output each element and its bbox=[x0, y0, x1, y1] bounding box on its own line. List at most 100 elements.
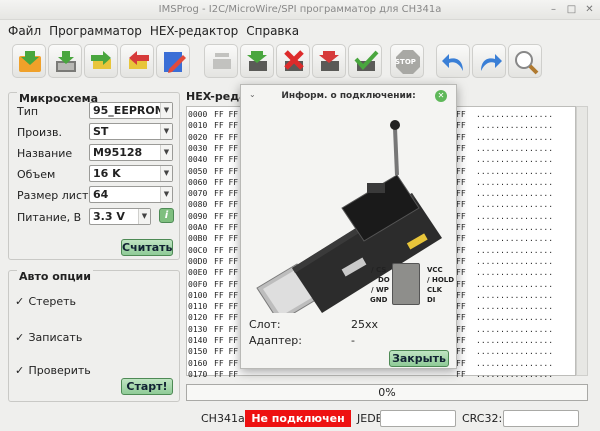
hex-bytes: FF FF bbox=[214, 223, 239, 232]
hex-row: 0120 bbox=[188, 313, 208, 323]
hex-bytes: FF FF bbox=[214, 200, 239, 210]
hex-bytes-tail: FF bbox=[456, 177, 466, 187]
hex-bytes: FF FF bbox=[214, 245, 239, 255]
hex-row: 00F0 bbox=[188, 279, 208, 289]
dialog-title: Информ. о подключении: bbox=[281, 91, 416, 101]
page-size-select[interactable]: 64 ▼ bbox=[89, 186, 173, 203]
chevron-down-icon: ▼ bbox=[160, 124, 172, 139]
hex-ascii: ................ bbox=[476, 245, 554, 255]
hex-row: 00D0 bbox=[188, 256, 208, 266]
hex-ascii: ................ bbox=[476, 223, 554, 232]
dialog-close-icon[interactable]: ✕ bbox=[435, 90, 447, 102]
hex-ascii: ................ bbox=[476, 211, 554, 221]
hex-bytes: FF FF bbox=[214, 313, 239, 323]
manufacturer-label: Произв. bbox=[17, 126, 62, 139]
write-label: Записать bbox=[28, 331, 83, 344]
hex-bytes: FF FF bbox=[214, 279, 239, 289]
erase-button[interactable] bbox=[276, 44, 310, 78]
menu-file[interactable]: Файл bbox=[4, 24, 45, 38]
power-value: 3.3 V bbox=[93, 210, 125, 223]
read-chip-button-2[interactable]: Считать bbox=[121, 239, 173, 256]
start-button[interactable]: Старт! bbox=[121, 378, 173, 395]
erase-checkbox[interactable]: ✓ Стереть bbox=[15, 295, 76, 308]
maximize-icon[interactable]: □ bbox=[565, 3, 578, 16]
hex-row: 0080 bbox=[188, 200, 208, 210]
pin-do: DO bbox=[378, 276, 390, 284]
search-button[interactable] bbox=[508, 44, 542, 78]
hex-ascii: ................ bbox=[476, 234, 554, 244]
window-title: IMSProg - I2C/MicroWire/SPI программатор… bbox=[158, 4, 442, 15]
dialog-close-button[interactable]: Закрыть bbox=[389, 350, 449, 367]
open-folder-icon bbox=[19, 51, 41, 72]
hex-bytes-tail: FF bbox=[456, 358, 466, 368]
hex-bytes: FF FF bbox=[214, 347, 239, 357]
pin-hold: / HOLD bbox=[427, 276, 455, 284]
size-label: Объем bbox=[17, 168, 56, 181]
hex-row: 0070 bbox=[188, 189, 208, 199]
type-label: Тип bbox=[17, 105, 39, 118]
hex-bytes: FF FF bbox=[214, 143, 239, 153]
edit-button[interactable] bbox=[156, 44, 190, 78]
jedec-field[interactable] bbox=[380, 410, 456, 427]
menu-hex-editor[interactable]: HEX-редактор bbox=[146, 24, 242, 38]
hex-bytes: FF FF bbox=[214, 369, 239, 379]
hex-bytes-tail: FF bbox=[456, 290, 466, 300]
redo-icon bbox=[481, 54, 502, 71]
write-checkbox[interactable]: ✓ Записать bbox=[15, 331, 82, 344]
hex-ascii: ................ bbox=[476, 290, 554, 300]
name-select[interactable]: M95128 ▼ bbox=[89, 144, 173, 161]
hex-bytes: FF FF bbox=[214, 132, 239, 142]
read-button[interactable] bbox=[240, 44, 274, 78]
power-select[interactable]: 3.3 V ▼ bbox=[89, 208, 151, 225]
hex-bytes-tail: FF bbox=[456, 302, 466, 312]
crc-field[interactable] bbox=[503, 410, 579, 427]
hex-ascii: ................ bbox=[476, 177, 554, 187]
type-value: 95_EEPROM bbox=[93, 104, 166, 117]
hex-bytes: FF FF bbox=[214, 256, 239, 266]
verify-button[interactable] bbox=[348, 44, 382, 78]
hex-scrollbar[interactable] bbox=[576, 106, 588, 376]
hex-bytes-tail: FF bbox=[456, 234, 466, 244]
adapter-value: - bbox=[351, 334, 355, 347]
write-chip-button[interactable] bbox=[120, 44, 154, 78]
redo-button[interactable] bbox=[472, 44, 506, 78]
hex-ascii: ................ bbox=[476, 279, 554, 289]
chip-group: Микросхема Тип 95_EEPROM ▼ Произв. ST ▼ На… bbox=[8, 92, 180, 260]
ch341-label: CH341a: bbox=[201, 412, 249, 425]
menu-help[interactable]: Справка bbox=[242, 24, 303, 38]
menu-programmer[interactable]: Программатор bbox=[45, 24, 146, 38]
read-chip-button[interactable] bbox=[84, 44, 118, 78]
hex-ascii: ................ bbox=[476, 324, 554, 334]
hex-bytes-tail: FF bbox=[456, 369, 466, 379]
edit-icon bbox=[164, 52, 186, 73]
name-label: Название bbox=[17, 147, 73, 160]
hex-ascii: ................ bbox=[476, 166, 554, 176]
hex-bytes-tail: FF bbox=[456, 110, 466, 119]
verify-checkbox[interactable]: ✓ Проверить bbox=[15, 364, 91, 377]
write-button[interactable] bbox=[312, 44, 346, 78]
chip-group-title: Микросхема bbox=[17, 92, 101, 105]
save-button[interactable] bbox=[48, 44, 82, 78]
open-button[interactable] bbox=[12, 44, 46, 78]
manufacturer-select[interactable]: ST ▼ bbox=[89, 123, 173, 140]
save-chip-icon bbox=[56, 51, 76, 72]
hex-row: 0150 bbox=[188, 347, 208, 357]
hex-bytes-tail: FF bbox=[456, 279, 466, 289]
close-icon[interactable]: ✕ bbox=[583, 3, 596, 16]
hex-ascii: ................ bbox=[476, 369, 554, 379]
hex-ascii: ................ bbox=[476, 358, 554, 368]
adapter-label: Адаптер: bbox=[249, 334, 302, 347]
type-select[interactable]: 95_EEPROM ▼ bbox=[89, 102, 173, 119]
connection-info-dialog: ⌄ Информ. о подключении: ✕ / CS DO / WP … bbox=[240, 84, 457, 369]
hex-row: 00A0 bbox=[188, 223, 208, 232]
stop-button[interactable]: STOP bbox=[390, 44, 424, 78]
detect-chip-button[interactable] bbox=[204, 44, 238, 78]
hex-row: 00C0 bbox=[188, 245, 208, 255]
pin-wp: / WP bbox=[371, 286, 389, 294]
undo-button[interactable] bbox=[436, 44, 470, 78]
minimize-icon[interactable]: – bbox=[547, 3, 560, 16]
info-icon[interactable]: i bbox=[159, 208, 174, 223]
size-select[interactable]: 16 K ▼ bbox=[89, 165, 173, 182]
hex-row: 0010 bbox=[188, 121, 208, 131]
chip-read-icon bbox=[91, 51, 111, 69]
